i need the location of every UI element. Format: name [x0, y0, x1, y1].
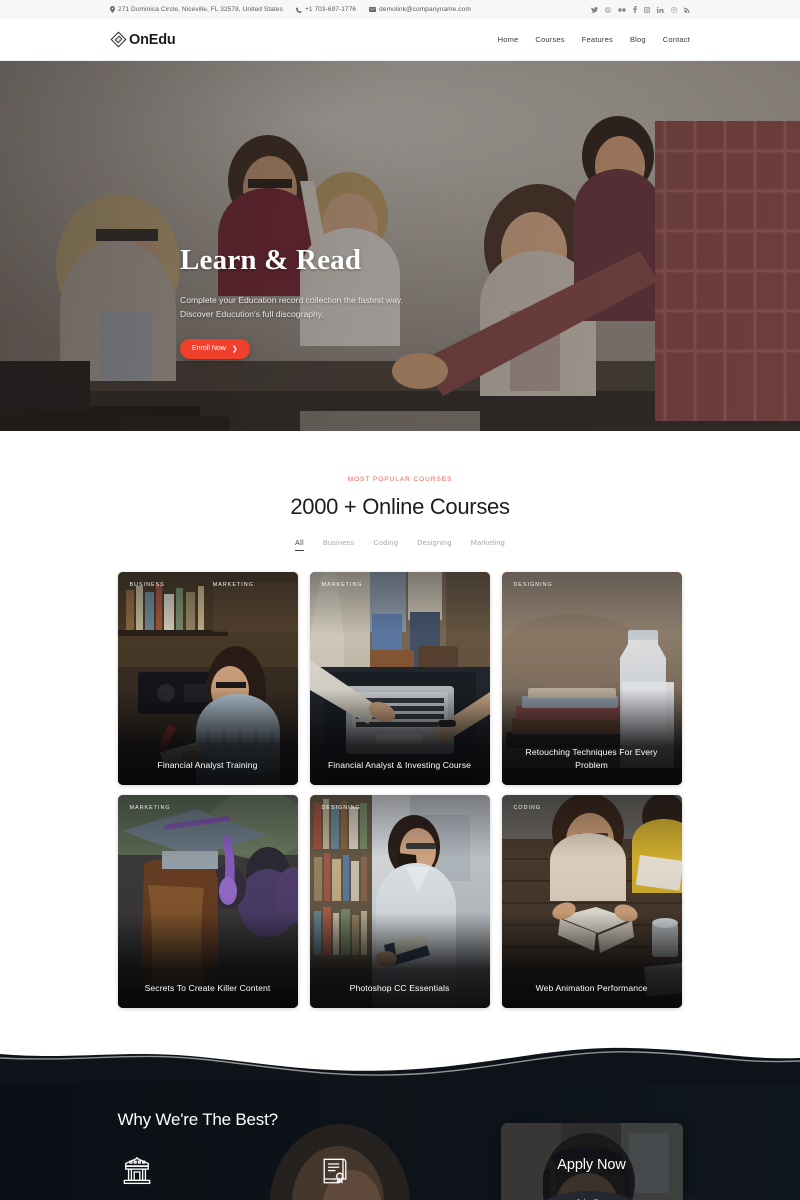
- linkedin-icon[interactable]: [657, 6, 664, 13]
- hero-subtitle: Complete your Education record collectio…: [180, 293, 510, 321]
- wave-shape: [0, 1047, 800, 1084]
- rss-icon[interactable]: [684, 7, 690, 13]
- feature-scholarship: Scholarship: [320, 1156, 440, 1200]
- course-tag: CODING: [513, 805, 542, 811]
- hero-section: Learn & Read Complete your Education rec…: [0, 61, 800, 431]
- email-text: demolink@companyname.com: [379, 6, 471, 13]
- pinterest-icon[interactable]: [671, 6, 677, 13]
- why-left-column: Why We're The Best?: [118, 1110, 448, 1200]
- hero-content: Learn & Read Complete your Education rec…: [180, 246, 510, 359]
- top-info-bar: 271 Dominica Circle, Niceville, FL 32578…: [0, 0, 800, 19]
- course-card[interactable]: CODING Web Animation Performance: [501, 795, 682, 1008]
- course-card-tags: BUSINESS MARKETING: [130, 582, 286, 588]
- course-card-overlay: [309, 795, 490, 1008]
- course-card-overlay: [501, 795, 682, 1008]
- course-tag: DESIGNING: [321, 805, 361, 811]
- address-item: 271 Dominica Circle, Niceville, FL 32578…: [110, 6, 283, 13]
- course-card-tags: DESIGNING: [322, 805, 478, 811]
- phone-text: +1 703-697-1776: [304, 6, 357, 13]
- course-tag: MARKETING: [321, 582, 363, 588]
- apply-title: Apply Now: [557, 1157, 626, 1173]
- apply-name-input[interactable]: [522, 1194, 661, 1200]
- feature-masterclass: Masterclass: [122, 1156, 242, 1200]
- brand-name: OnEdu: [129, 31, 176, 48]
- why-best-section: Why We're The Best? Apply Now John Doe: [0, 1084, 800, 1200]
- envelope-icon: [369, 7, 377, 12]
- course-card-title: Secrets To Create Killer Content: [144, 983, 271, 994]
- social-links: [591, 6, 690, 13]
- nav-item-blog[interactable]: Blog: [630, 35, 646, 44]
- chevron-right-icon: ❯: [231, 345, 238, 353]
- filter-coding[interactable]: Coding: [373, 538, 398, 551]
- course-card-title: Retouching Techniques For Every Problem: [525, 746, 658, 771]
- course-card-tags: DESIGNING: [514, 582, 670, 588]
- course-card[interactable]: MARKETING Secrets To Create Killer Conte…: [117, 795, 298, 1008]
- certificate-icon: [320, 1156, 440, 1186]
- wave-divider: [0, 1038, 800, 1084]
- phone-icon: [295, 6, 302, 13]
- nav-item-courses[interactable]: Courses: [535, 35, 564, 44]
- course-card-overlay: [117, 572, 298, 785]
- course-tag: MARKETING: [212, 582, 254, 588]
- diamond-book-icon: [110, 31, 127, 48]
- apply-now-card: Apply Now: [500, 1123, 683, 1200]
- phone-item[interactable]: +1 703-697-1776: [295, 6, 357, 13]
- courses-section: MOST POPULAR COURSES 2000 + Online Cours…: [0, 431, 800, 1008]
- course-card-overlay: [309, 572, 490, 785]
- twitter-icon[interactable]: [591, 6, 598, 13]
- course-filter-tabs: All Business Coding Designing Marketing: [0, 538, 800, 551]
- brand-logo[interactable]: OnEdu: [110, 31, 176, 48]
- facebook-icon[interactable]: [633, 6, 637, 13]
- course-card-tags: MARKETING: [322, 582, 478, 588]
- bank-building-icon: [122, 1156, 242, 1186]
- course-tag: BUSINESS: [129, 582, 165, 588]
- course-card[interactable]: MARKETING Financial Analyst & Investing …: [309, 572, 490, 785]
- contact-group: 271 Dominica Circle, Niceville, FL 32578…: [110, 6, 471, 13]
- email-item[interactable]: demolink@companyname.com: [369, 6, 471, 13]
- instagram-icon[interactable]: [644, 6, 650, 13]
- site-header: OnEdu Home Courses Features Blog Contact: [0, 19, 800, 61]
- course-card-title: Photoshop CC Essentials: [349, 983, 450, 994]
- features-list: Masterclass Scholarship: [118, 1156, 448, 1200]
- flickr-icon[interactable]: [618, 7, 626, 12]
- course-tag: MARKETING: [129, 805, 171, 811]
- filter-all[interactable]: All: [295, 538, 304, 551]
- course-card-title: Financial Analyst Training: [157, 760, 258, 771]
- course-tag: DESIGNING: [513, 582, 553, 588]
- course-card-tags: MARKETING: [130, 805, 286, 811]
- hero-title: Learn & Read: [180, 244, 362, 276]
- map-pin-icon: [110, 6, 115, 13]
- course-card[interactable]: DESIGNING Retouching Techniques For Ever…: [501, 572, 682, 785]
- course-card-tags: CODING: [514, 805, 670, 811]
- why-title: Why We're The Best?: [117, 1110, 279, 1129]
- main-navigation: Home Courses Features Blog Contact: [498, 35, 690, 44]
- course-card-overlay: [117, 795, 298, 1008]
- enroll-now-button[interactable]: Enroll Now ❯: [180, 338, 250, 359]
- filter-business[interactable]: Business: [323, 538, 355, 551]
- course-card[interactable]: BUSINESS MARKETING Financial Analyst Tra…: [117, 572, 298, 785]
- address-text: 271 Dominica Circle, Niceville, FL 32578…: [118, 6, 283, 13]
- nav-item-features[interactable]: Features: [582, 35, 613, 44]
- course-card-title: Financial Analyst & Investing Course: [327, 760, 472, 771]
- nav-item-home[interactable]: Home: [498, 35, 519, 44]
- hero-subtitle-line2: Discover Educution's full discography.: [180, 309, 324, 320]
- filter-marketing[interactable]: Marketing: [471, 538, 505, 551]
- courses-grid: BUSINESS MARKETING Financial Analyst Tra…: [117, 572, 683, 1008]
- nav-item-contact[interactable]: Contact: [663, 35, 690, 44]
- google-plus-icon[interactable]: [605, 6, 611, 13]
- enroll-now-label: Enroll Now: [192, 345, 226, 353]
- hero-subtitle-line1: Complete your Education record collectio…: [180, 295, 403, 305]
- filter-designing[interactable]: Designing: [417, 538, 452, 551]
- section-eyebrow: MOST POPULAR COURSES: [347, 476, 453, 483]
- course-card[interactable]: DESIGNING Photoshop CC Essentials: [309, 795, 490, 1008]
- course-card-title: Web Animation Performance: [535, 983, 648, 994]
- section-title: 2000 + Online Courses: [290, 494, 510, 519]
